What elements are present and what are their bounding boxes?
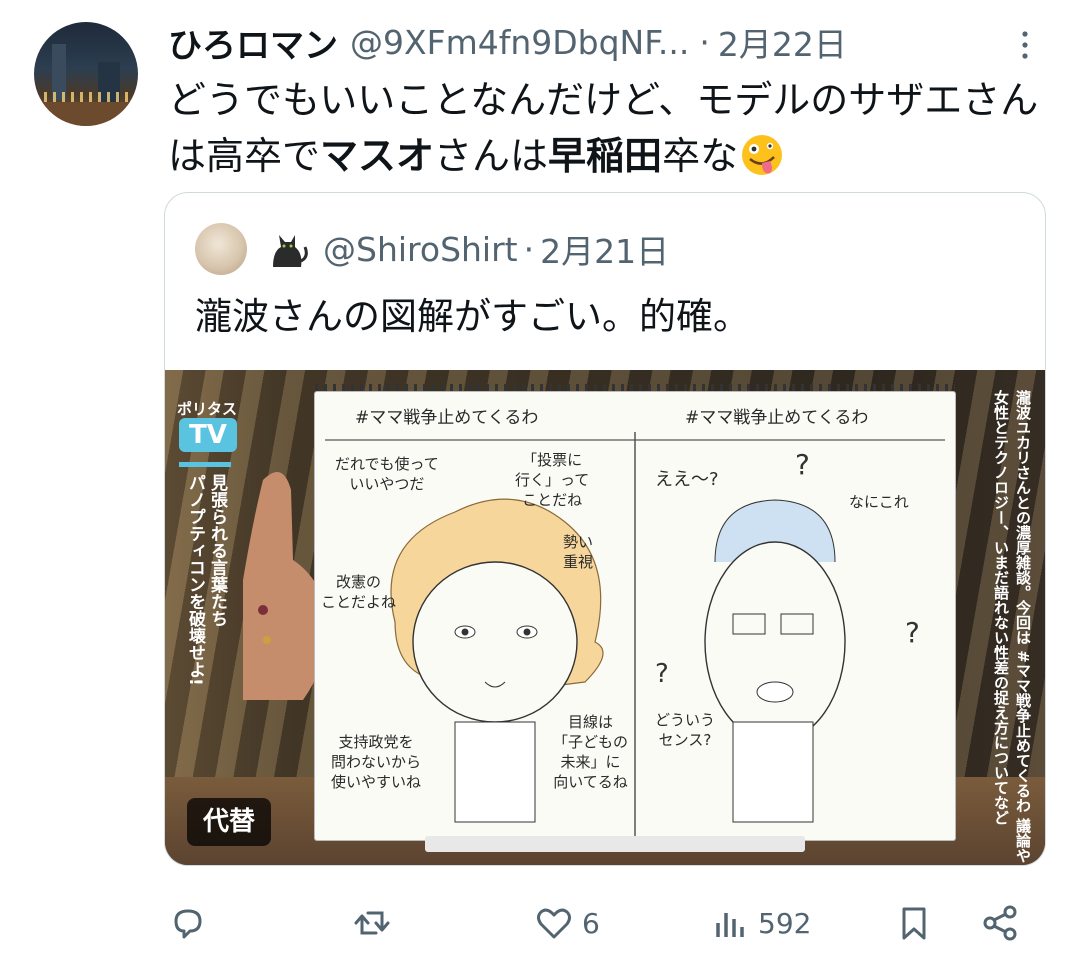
tv-logo-caption: ポリタス bbox=[177, 400, 238, 418]
alt-text-badge[interactable]: 代替 bbox=[187, 798, 271, 846]
views-icon bbox=[716, 913, 744, 937]
retweet-button[interactable] bbox=[352, 902, 392, 944]
bold-text: マスオ bbox=[320, 134, 435, 178]
sketchbook-board: ? ? ? #ママ戦争止めてくるわ #ママ戦争止めてくるわ だれでも使って いい… bbox=[315, 392, 955, 840]
more-options-icon[interactable] bbox=[1012, 28, 1038, 62]
quoted-header: @ShiroShirt · 2月21日 bbox=[323, 223, 669, 275]
share-icon bbox=[983, 905, 1017, 941]
speech-bubble: 改憲の ことだよね bbox=[321, 573, 397, 611]
view-count: 592 bbox=[758, 906, 812, 940]
speech-bubble: だれでも使って いいやつだ bbox=[335, 455, 439, 493]
left-caption: パノプティコンを破壊せよ! bbox=[185, 474, 205, 686]
speech-bubble: 「投票に 行く」って ことだね bbox=[515, 451, 590, 509]
like-button[interactable]: 6 bbox=[534, 902, 600, 944]
tweet-text: どうでもいいことなんだけど、モデルのサザエさんは高卒でマスオさんは早稲田卒な bbox=[168, 78, 1039, 178]
divider bbox=[179, 462, 231, 467]
svg-text:?: ? bbox=[795, 448, 810, 481]
quoted-text: 瀧波さんの図解がすごい。的確。 bbox=[195, 295, 750, 338]
reply-icon bbox=[174, 909, 202, 939]
svg-text:?: ? bbox=[655, 659, 669, 689]
action-bar: 6 592 bbox=[0, 888, 1080, 958]
separator-dot: · bbox=[699, 22, 710, 62]
quoted-author-avatar[interactable] bbox=[195, 223, 247, 275]
tweet-header: ひろロマン @9XFm4fn9DbqNF... · 2月22日 bbox=[168, 16, 847, 68]
speech-bubble: どういう センス? bbox=[655, 711, 716, 749]
quoted-handle[interactable]: @ShiroShirt bbox=[323, 230, 518, 269]
quoted-date[interactable]: 2月21日 bbox=[540, 225, 669, 273]
right-caption: 女性とテクノロジー、いまだ語れない性差の捉え方についてなど bbox=[992, 390, 1010, 825]
quoted-tweet[interactable]: @ShiroShirt · 2月21日 瀧波さんの図解がすごい。的確。 ポリタス… bbox=[164, 192, 1046, 866]
reply-button[interactable] bbox=[168, 902, 208, 944]
speech-bubble: 支持政党を 問わないから 使いやすいね bbox=[331, 733, 422, 791]
right-caption: 瀧波ユカリさんとの濃厚雑談。今回は #ママ戦争止めてくるわ 議論や bbox=[1014, 390, 1032, 864]
board-header-left: #ママ戦争止めてくるわ bbox=[355, 408, 539, 428]
share-button[interactable] bbox=[980, 902, 1020, 944]
retweet-icon bbox=[354, 911, 390, 935]
separator-dot: · bbox=[523, 229, 535, 269]
views-button[interactable]: 592 bbox=[710, 902, 811, 944]
bookmark-icon bbox=[902, 907, 926, 940]
board-header-right: #ママ戦争止めてくるわ bbox=[685, 408, 869, 428]
tweet-date[interactable]: 2月22日 bbox=[718, 18, 847, 66]
board-stand bbox=[425, 836, 805, 852]
black-cat-icon bbox=[273, 235, 308, 267]
quoted-image[interactable]: ポリタス TV 見張られる言葉たち パノプティコンを破壊せよ! ? ? ? #マ… bbox=[165, 370, 1045, 865]
author-avatar[interactable] bbox=[34, 22, 138, 126]
heart-icon bbox=[537, 908, 571, 939]
speech-bubble: なにこれ bbox=[849, 493, 909, 511]
speech-bubble: ええ〜? bbox=[655, 469, 719, 490]
bookmark-button[interactable] bbox=[894, 902, 934, 944]
left-caption: 見張られる言葉たち bbox=[207, 474, 227, 627]
svg-text:?: ? bbox=[905, 616, 920, 649]
zany-face-icon bbox=[742, 135, 783, 175]
bold-text: 早稲田 bbox=[548, 134, 663, 178]
like-count: 6 bbox=[582, 906, 600, 940]
author-name[interactable]: ひろロマン bbox=[168, 18, 338, 67]
speech-bubble: 目線は 「子どもの 未来」に 向いてるね bbox=[553, 713, 629, 791]
speech-bubble: 勢い 重視 bbox=[563, 533, 594, 571]
tweet[interactable]: ひろロマン @9XFm4fn9DbqNF... · 2月22日 どうでもいいこと… bbox=[0, 0, 1080, 961]
tv-logo: TV bbox=[179, 418, 237, 452]
author-handle[interactable]: @9XFm4fn9DbqNF... bbox=[350, 23, 689, 62]
